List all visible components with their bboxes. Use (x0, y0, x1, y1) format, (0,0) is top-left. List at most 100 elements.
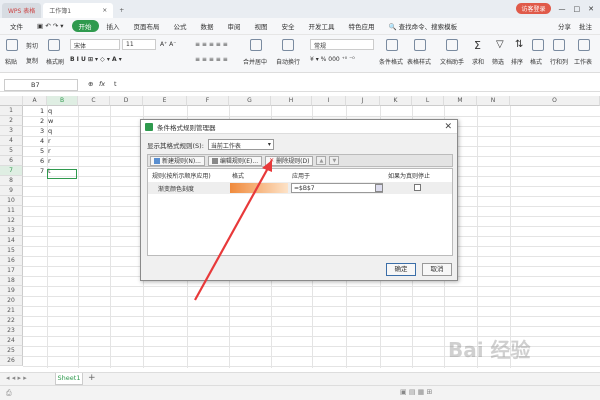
conditional-format-icon[interactable] (386, 39, 398, 51)
file-menu[interactable]: 文件 (4, 21, 29, 31)
column-header[interactable]: I (312, 96, 346, 106)
worksheet-label[interactable]: 工作表 (574, 57, 592, 66)
cell-b5[interactable]: r (48, 146, 51, 156)
move-up-icon[interactable]: ▲ (316, 156, 327, 165)
view-mode-icons[interactable]: ▣ ▤ ▦ ⊞ (400, 388, 432, 396)
row-header[interactable]: 4 (0, 136, 23, 146)
conditional-format-label[interactable]: 条件格式 (379, 57, 403, 66)
format-painter-label[interactable]: 格式刷 (46, 57, 64, 66)
column-header[interactable]: J (346, 96, 380, 106)
sum-icon[interactable]: Σ (474, 39, 481, 52)
new-tab-icon[interactable]: + (113, 3, 130, 18)
menu-item-home[interactable]: 开始 (71, 20, 99, 32)
close-window-icon[interactable]: ✕ (588, 5, 594, 13)
sort-icon[interactable]: ⇅ (515, 39, 523, 50)
maximize-icon[interactable]: □ (574, 5, 581, 13)
row-header[interactable]: 18 (0, 276, 23, 286)
sum-label[interactable]: 求和 (472, 57, 484, 66)
format-icon[interactable] (532, 39, 544, 51)
column-header[interactable]: G (229, 96, 271, 106)
rule-row[interactable]: 渐变颜色刻度 =$B$7 (148, 182, 452, 194)
table-style-label[interactable]: 表格样式 (407, 57, 431, 66)
sort-label[interactable]: 排序 (511, 57, 523, 66)
row-header[interactable]: 21 (0, 306, 23, 316)
row-header[interactable]: 1 (0, 106, 23, 116)
ok-button[interactable]: 确定 (386, 263, 416, 276)
row-header[interactable]: 12 (0, 216, 23, 226)
selected-cell[interactable] (47, 169, 77, 179)
row-header[interactable]: 17 (0, 266, 23, 276)
row-header[interactable]: 14 (0, 236, 23, 246)
edit-rule-button[interactable]: 编辑规则(E)... (207, 155, 263, 166)
paste-icon[interactable] (6, 39, 18, 51)
comment-button[interactable]: 批注 (579, 21, 592, 31)
scope-select[interactable]: 当前工作表 ▾ (207, 139, 274, 150)
cell-a2[interactable]: 2 (40, 116, 44, 126)
cell-b6[interactable]: r (48, 156, 51, 166)
row-header[interactable]: 20 (0, 296, 23, 306)
cell-a1[interactable]: 1 (40, 106, 44, 116)
select-all-corner[interactable] (0, 96, 23, 106)
fx-icon[interactable]: fx (99, 80, 105, 88)
row-header[interactable]: 10 (0, 196, 23, 206)
document-tab[interactable]: 工作簿1 × (43, 3, 114, 18)
row-header[interactable]: 15 (0, 246, 23, 256)
menu-item-security[interactable]: 安全 (276, 21, 301, 31)
column-header[interactable]: L (412, 96, 444, 106)
cell-b1[interactable]: q (48, 106, 52, 116)
search-command[interactable]: 🔍 查找命令、搜索模板 (383, 21, 464, 31)
row-col-label[interactable]: 行和列 (550, 57, 568, 66)
row-header[interactable]: 5 (0, 146, 23, 156)
table-style-icon[interactable] (414, 39, 426, 51)
menu-item-page-layout[interactable]: 页面布局 (128, 21, 166, 31)
row-header[interactable]: 16 (0, 256, 23, 266)
menu-item-features[interactable]: 特色应用 (343, 21, 381, 31)
column-header[interactable]: K (380, 96, 412, 106)
menu-item-insert[interactable]: 插入 (101, 21, 126, 31)
doc-assistant-icon[interactable] (446, 39, 458, 51)
merge-label[interactable]: 合并居中 (243, 57, 267, 66)
row-header[interactable]: 7 (0, 166, 23, 176)
cancel-button[interactable]: 取消 (422, 263, 452, 276)
cell-a3[interactable]: 3 (40, 126, 44, 136)
wrap-icon[interactable] (282, 39, 294, 51)
doc-assistant-label[interactable]: 文档助手 (440, 57, 464, 66)
column-header[interactable]: O (510, 96, 600, 106)
row-header[interactable]: 23 (0, 326, 23, 336)
column-header[interactable]: D (110, 96, 143, 106)
sheet-tab[interactable]: Sheet1 (55, 373, 83, 385)
app-tab[interactable]: WPS 表格 (2, 3, 42, 18)
cell-a5[interactable]: 5 (40, 146, 44, 156)
cell-b2[interactable]: w (48, 116, 53, 126)
close-tab-icon[interactable]: × (102, 7, 107, 14)
macro-icon[interactable]: ⎙ (6, 389, 12, 398)
menu-item-formulas[interactable]: 公式 (168, 21, 193, 31)
font-select[interactable]: 宋体 (70, 39, 120, 50)
row-header[interactable]: 2 (0, 116, 23, 126)
cut-button[interactable]: 剪切 (26, 41, 38, 50)
font-size-select[interactable]: 11 (122, 39, 156, 50)
row-header[interactable]: 8 (0, 176, 23, 186)
row-header[interactable]: 13 (0, 226, 23, 236)
delete-rule-button[interactable]: ✕ 删除规则(D) (265, 155, 314, 166)
login-button[interactable]: 访客登录 (516, 3, 551, 14)
add-sheet-icon[interactable]: + (88, 373, 96, 383)
cell-a6[interactable]: 6 (40, 156, 44, 166)
column-header[interactable]: H (271, 96, 312, 106)
row-col-icon[interactable] (553, 39, 565, 51)
number-format-select[interactable]: 常规 (310, 39, 374, 50)
cell-a7[interactable]: 7 (40, 166, 44, 176)
dialog-titlebar[interactable]: 条件格式规则管理器 (141, 120, 457, 134)
row-header[interactable]: 24 (0, 336, 23, 346)
paste-label[interactable]: 粘贴 (5, 57, 17, 66)
wrap-label[interactable]: 自动换行 (276, 57, 300, 66)
align-icons[interactable]: ≡ ≡ ≡ ≡ ≡ (195, 41, 228, 48)
cell-b4[interactable]: r (48, 136, 51, 146)
filter-icon[interactable]: ▽ (496, 39, 504, 50)
applies-to-input[interactable]: =$B$7 (291, 183, 383, 193)
format-label[interactable]: 格式 (530, 57, 542, 66)
merge-icon[interactable] (250, 39, 262, 51)
column-header[interactable]: E (143, 96, 187, 106)
row-header[interactable]: 22 (0, 316, 23, 326)
name-box[interactable]: B7 (4, 79, 78, 91)
